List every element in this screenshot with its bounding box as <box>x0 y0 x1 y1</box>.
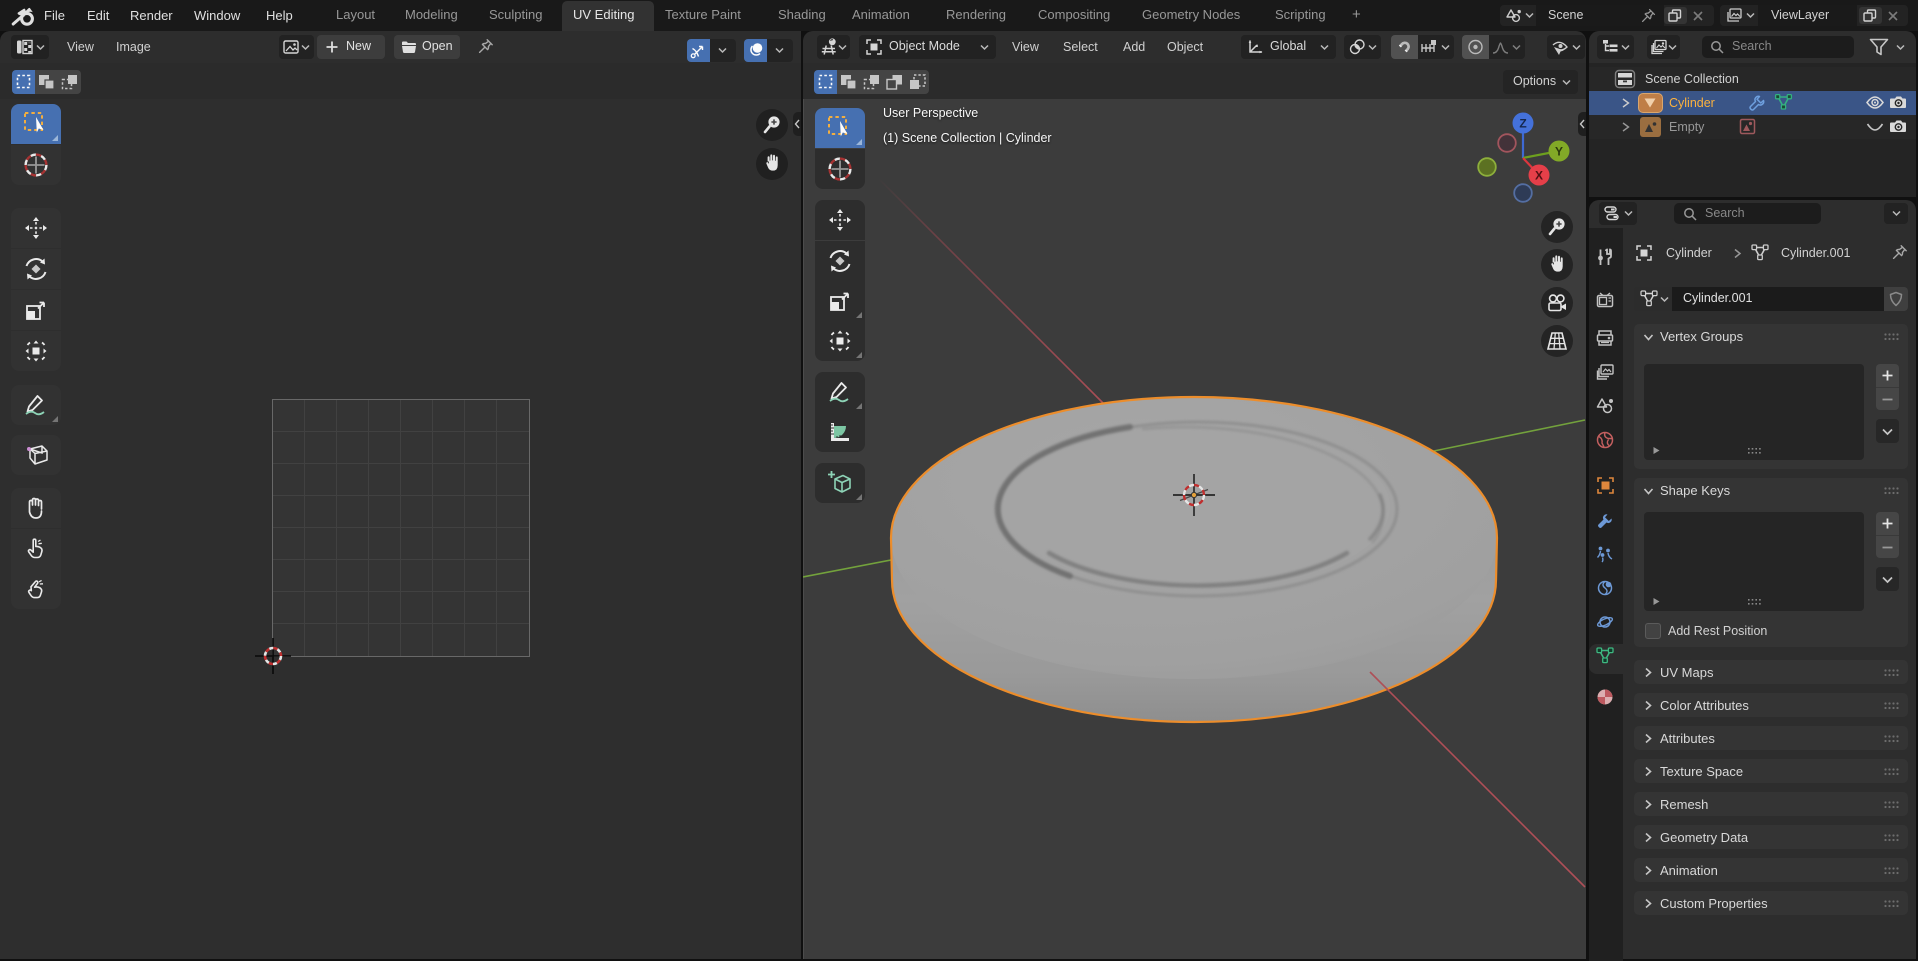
svg-text:Y: Y <box>1555 145 1563 159</box>
svg-text:Z: Z <box>1519 117 1526 131</box>
svg-text:X: X <box>1535 169 1543 183</box>
